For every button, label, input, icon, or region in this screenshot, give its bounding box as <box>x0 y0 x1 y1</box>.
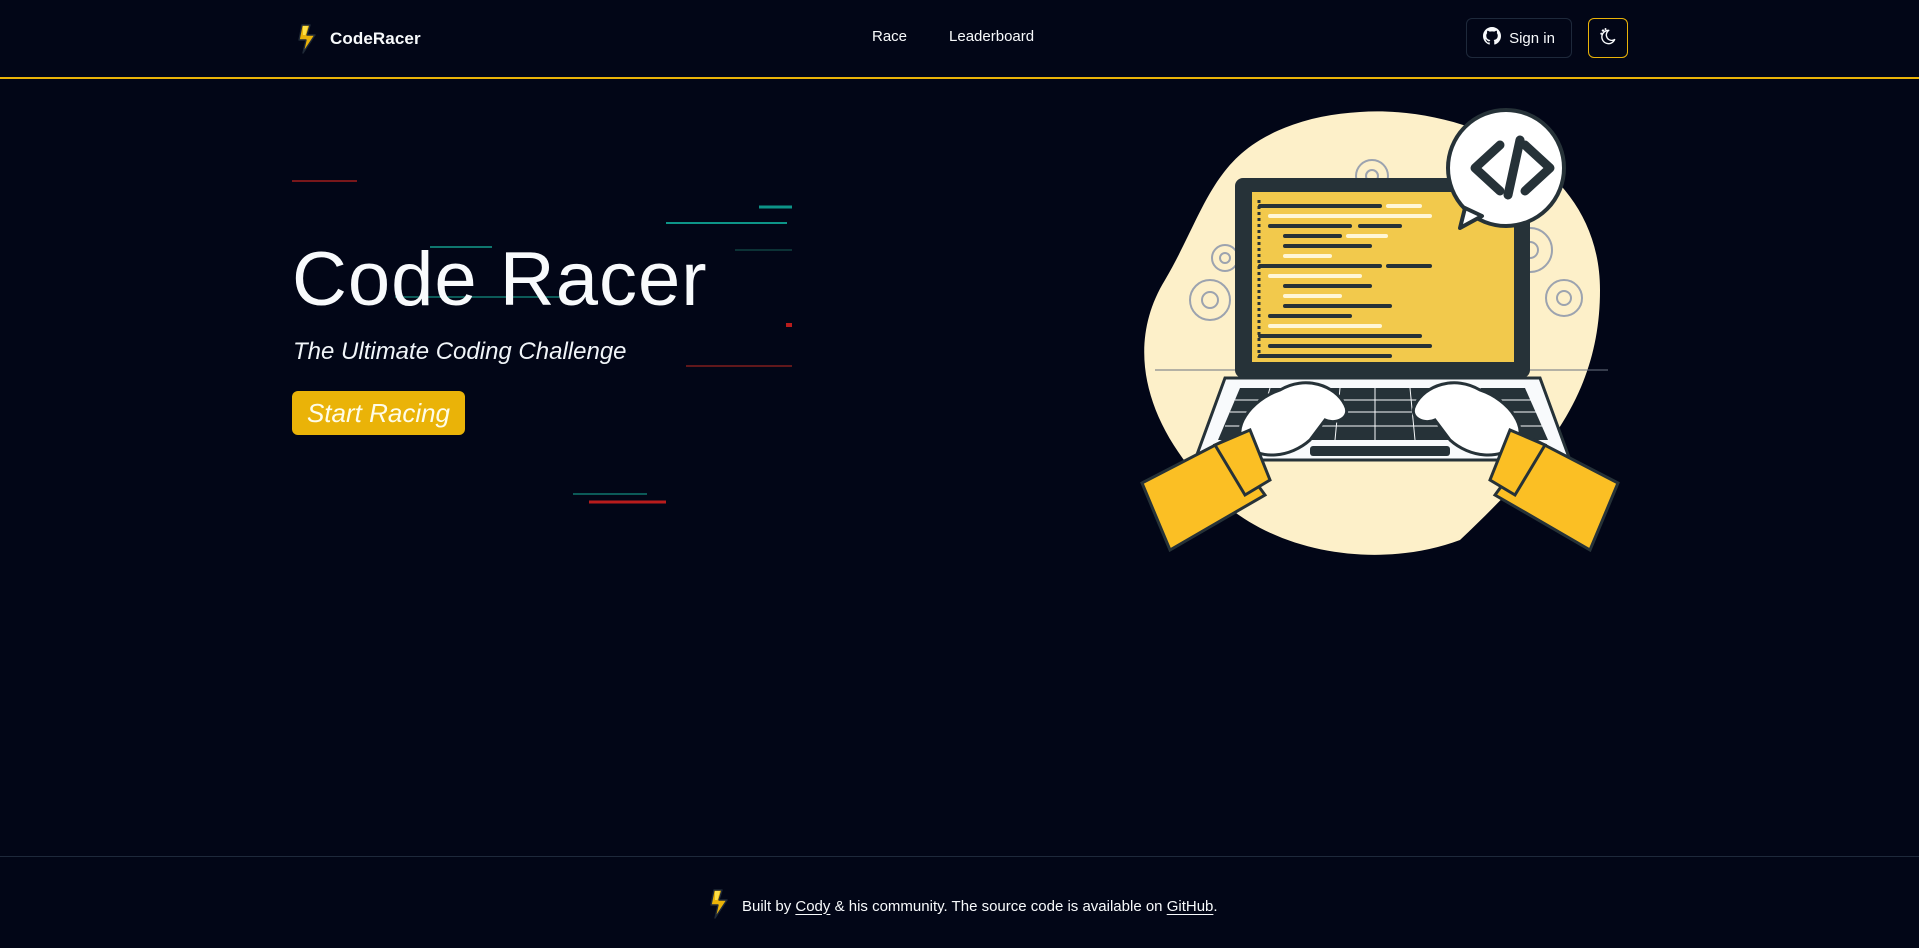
sign-in-label: Sign in <box>1509 29 1555 47</box>
github-icon <box>1483 27 1502 49</box>
main-nav: Race Leaderboard <box>872 28 1034 45</box>
laptop-typing-illustration <box>1140 108 1620 555</box>
code-bracket-icon <box>1446 108 1566 230</box>
hero-title: Code Racer <box>292 237 708 322</box>
footer-credit: Built by Cody & his community. The sourc… <box>708 887 1218 925</box>
footer-middle: & his community. The source code is avai… <box>834 897 1163 915</box>
lightning-bolt-icon <box>708 887 730 925</box>
sign-in-button[interactable]: Sign in <box>1466 18 1572 58</box>
hero-subtitle: The Ultimate Coding Challenge <box>293 338 627 365</box>
site-footer: Built by Cody & his community. The sourc… <box>0 856 1919 948</box>
footer-prefix: Built by <box>742 897 792 915</box>
moon-stars-icon <box>1598 27 1618 50</box>
footer-suffix: . <box>1213 897 1218 915</box>
theme-toggle-button[interactable] <box>1588 18 1628 58</box>
start-racing-button[interactable]: Start Racing <box>292 391 465 435</box>
nav-link-leaderboard[interactable]: Leaderboard <box>949 28 1034 45</box>
author-link[interactable]: Cody <box>795 898 830 915</box>
github-repo-link[interactable]: GitHub <box>1167 898 1214 915</box>
nav-link-race[interactable]: Race <box>872 28 907 45</box>
